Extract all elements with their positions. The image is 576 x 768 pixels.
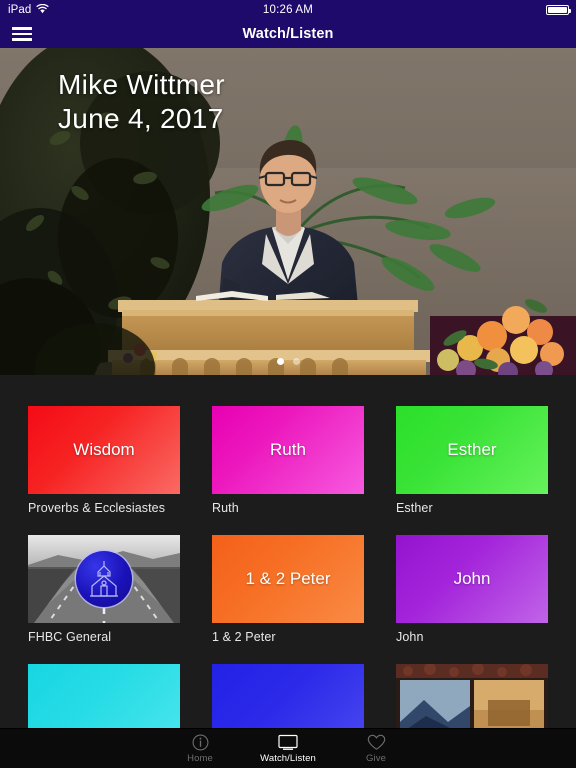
battery-icon	[546, 5, 571, 15]
status-bar: iPad 10:26 AM	[0, 0, 576, 20]
ipad-app-screen: iPad 10:26 AM Watch/Listen Mike Wittmer …	[0, 0, 576, 768]
series-cell: FHBC General	[28, 535, 180, 644]
page-title: Watch/Listen	[242, 26, 334, 42]
tab-watch-listen[interactable]: Watch/Listen	[244, 734, 332, 764]
series-caption: 1 & 2 Peter	[212, 630, 276, 644]
series-tile-fhbc-general[interactable]	[28, 535, 180, 623]
series-tile-title: 1 & 2 Peter	[245, 569, 331, 588]
tab-give[interactable]: Give	[332, 734, 420, 764]
sermon-date: June 4, 2017	[58, 103, 224, 135]
series-tile-title: Esther	[447, 440, 497, 459]
navigation-bar: Watch/Listen	[0, 20, 576, 48]
church-logo-icon	[76, 551, 132, 607]
series-caption: FHBC General	[28, 630, 112, 644]
series-tile-title: Wisdom	[73, 440, 135, 459]
series-tile-title: John	[453, 569, 491, 588]
info-circle-icon	[192, 734, 209, 751]
series-tile-esther[interactable]: Esther	[396, 406, 548, 494]
featured-sermon-banner[interactable]: Mike Wittmer June 4, 2017	[0, 48, 576, 375]
series-caption: Esther	[396, 501, 433, 515]
heart-icon	[367, 734, 386, 751]
series-row-1: Wisdom Proverbs & Ecclesiastes Ruth Ruth…	[0, 406, 576, 515]
page-dot-1[interactable]	[276, 358, 284, 365]
series-row-2: FHBC General 1 & 2 Peter 1 & 2 Peter Joh…	[0, 535, 576, 644]
tab-label: Home	[187, 752, 213, 764]
series-cell: Ruth Ruth	[212, 406, 364, 515]
series-cell: Wisdom Proverbs & Ecclesiastes	[28, 406, 180, 515]
series-cell: John John	[396, 535, 548, 644]
series-caption: John	[396, 630, 424, 644]
status-bar-right	[546, 5, 571, 15]
page-dot-2[interactable]	[292, 358, 300, 365]
carousel-page-indicator[interactable]	[0, 358, 576, 365]
sermon-overlay-text: Mike Wittmer June 4, 2017	[58, 68, 225, 136]
tab-label: Give	[366, 752, 386, 764]
status-bar-clock: 10:26 AM	[262, 4, 314, 16]
series-tile-1-2-peter[interactable]: 1 & 2 Peter	[212, 535, 364, 623]
series-tile-title: Ruth	[270, 440, 306, 459]
tab-home[interactable]: Home	[156, 734, 244, 764]
series-tile-ruth[interactable]: Ruth	[212, 406, 364, 494]
series-caption: Proverbs & Ecclesiastes	[28, 501, 166, 515]
tab-label: Watch/Listen	[260, 752, 316, 764]
series-cell: Esther Esther	[396, 406, 548, 515]
tv-monitor-icon	[278, 734, 298, 751]
tab-bar: Home Watch/Listen Give	[0, 728, 576, 768]
series-tile-john[interactable]: John	[396, 535, 548, 623]
hamburger-menu-icon[interactable]	[12, 26, 32, 42]
series-tile-wisdom[interactable]: Wisdom	[28, 406, 180, 494]
sermon-speaker: Mike Wittmer	[58, 69, 225, 100]
series-grid: Wisdom Proverbs & Ecclesiastes Ruth Ruth…	[0, 375, 576, 752]
series-caption: Ruth	[212, 501, 239, 515]
series-cell: 1 & 2 Peter 1 & 2 Peter	[212, 535, 364, 644]
